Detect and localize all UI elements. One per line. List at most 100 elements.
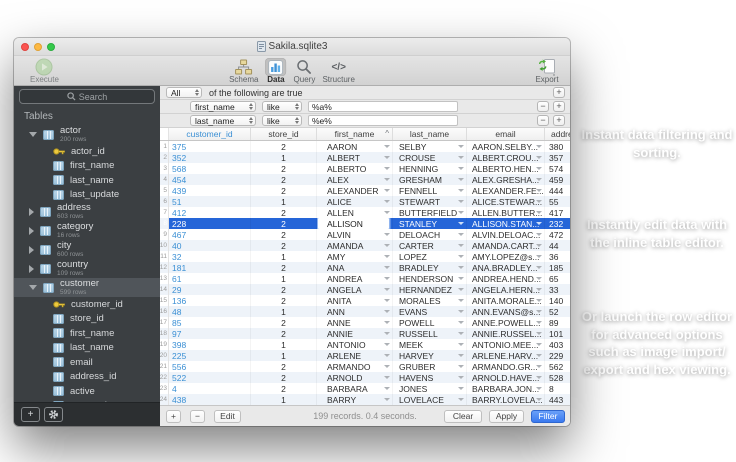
cell-first-name[interactable]: ALEXANDER — [317, 185, 393, 196]
cell-email[interactable]: ANN.EVANS@s... — [467, 306, 545, 317]
cell-dropdown-icon[interactable] — [384, 387, 390, 390]
clear-button[interactable]: Clear — [444, 410, 482, 423]
sidebar-column-store_id[interactable]: store_id — [14, 312, 160, 327]
cell-dropdown-icon[interactable] — [458, 398, 464, 401]
cell-dropdown-icon[interactable] — [536, 321, 542, 324]
table-row[interactable]: 10402AMANDACARTERAMANDA.CART...44 — [160, 240, 570, 251]
cell-address-id[interactable]: 33 — [545, 284, 570, 295]
cell-address-id[interactable]: 140 — [545, 295, 570, 306]
cell-customer-id[interactable]: 48 — [169, 306, 251, 317]
cell-customer-id[interactable]: 556 — [169, 361, 251, 372]
cell-store-id[interactable]: 1 — [251, 273, 317, 284]
cell-last-name[interactable]: GRUBER — [393, 361, 467, 372]
cell-dropdown-icon[interactable] — [536, 288, 542, 291]
cell-first-name[interactable]: ALLISON — [317, 218, 393, 229]
cell-dropdown-icon[interactable] — [536, 200, 542, 203]
cell-dropdown-icon[interactable] — [536, 233, 542, 236]
tab-structure[interactable]: </> Structure — [322, 58, 354, 84]
cell-dropdown-icon[interactable] — [458, 222, 464, 225]
cell-dropdown-icon[interactable] — [458, 332, 464, 335]
cell-dropdown-icon[interactable] — [536, 222, 542, 225]
cell-address-id[interactable]: 89 — [545, 317, 570, 328]
cell-dropdown-icon[interactable] — [458, 266, 464, 269]
cell-first-name[interactable]: ANN — [317, 306, 393, 317]
cell-first-name[interactable]: BARRY — [317, 394, 393, 405]
cell-last-name[interactable]: CROUSE — [393, 152, 467, 163]
cell-dropdown-icon[interactable] — [536, 266, 542, 269]
cell-email[interactable]: ALBERTO.HEN... — [467, 163, 545, 174]
table-row[interactable]: 14292ANGELAHERNANDEZANGELA.HERN...33 — [160, 284, 570, 295]
cell-email[interactable]: ANITA.MORALE... — [467, 295, 545, 306]
cell-store-id[interactable]: 2 — [251, 240, 317, 251]
cell-dropdown-icon[interactable] — [384, 255, 390, 258]
cell-customer-id[interactable]: 522 — [169, 372, 251, 383]
cell-first-name[interactable]: ANA — [317, 262, 393, 273]
table-row[interactable]: 13752AARONSELBYAARON.SELBY...380 — [160, 141, 570, 152]
tab-query[interactable]: Query — [293, 58, 315, 84]
sidebar-column-first_name[interactable]: first_name — [14, 326, 160, 341]
match-select[interactable]: All — [166, 87, 202, 98]
table-row[interactable]: 215562ARMANDOGRUBERARMANDO.GR...562 — [160, 361, 570, 372]
cell-dropdown-icon[interactable] — [536, 299, 542, 302]
cell-first-name[interactable]: ALEX — [317, 174, 393, 185]
remove-row-button[interactable]: − — [190, 410, 205, 423]
cell-dropdown-icon[interactable] — [458, 365, 464, 368]
cell-last-name[interactable]: JONES — [393, 383, 467, 394]
cell-store-id[interactable]: 2 — [251, 207, 317, 218]
table-row[interactable]: 244381BARRYLOVELACEBARRY.LOVELA...443 — [160, 394, 570, 405]
cell-last-name[interactable]: BUTTERFIELD — [393, 207, 467, 218]
add-rule-button[interactable]: + — [553, 87, 565, 98]
table-row[interactable]: 18972ANNIERUSSELLANNIE.RUSSEL...101 — [160, 328, 570, 339]
field-select[interactable]: first_name — [190, 101, 256, 112]
cell-dropdown-icon[interactable] — [384, 233, 390, 236]
add-row-button[interactable]: + — [166, 410, 181, 423]
cell-email[interactable]: BARRY.LOVELA... — [467, 394, 545, 405]
cell-dropdown-icon[interactable] — [536, 277, 542, 280]
sidebar-item-country[interactable]: country109 rows — [14, 259, 160, 278]
table-row[interactable]: 54392ALEXANDERFENNELLALEXANDER.FE...444 — [160, 185, 570, 196]
table-row[interactable]: 17852ANNEPOWELLANNE.POWELL...89 — [160, 317, 570, 328]
cell-email[interactable]: ANNE.POWELL... — [467, 317, 545, 328]
cell-dropdown-icon[interactable] — [384, 145, 390, 148]
cell-dropdown-icon[interactable] — [536, 211, 542, 214]
cell-email[interactable]: ALVIN.DELOAC... — [467, 229, 545, 240]
cell-dropdown-icon[interactable] — [384, 310, 390, 313]
cell-address-id[interactable]: 380 — [545, 141, 570, 152]
cell-dropdown-icon[interactable] — [384, 332, 390, 335]
export-button[interactable]: Export — [534, 58, 560, 84]
cell-store-id[interactable]: 2 — [251, 185, 317, 196]
cell-store-id[interactable]: 2 — [251, 229, 317, 240]
table-row[interactable]: 74122ALLENBUTTERFIELDALLEN.BUTTER...417 — [160, 207, 570, 218]
cell-dropdown-icon[interactable] — [458, 299, 464, 302]
cell-address-id[interactable]: 52 — [545, 306, 570, 317]
cell-dropdown-icon[interactable] — [458, 277, 464, 280]
cell-last-name[interactable]: GRESHAM — [393, 174, 467, 185]
cell-last-name[interactable]: BRADLEY — [393, 262, 467, 273]
cell-email[interactable]: AMANDA.CART... — [467, 240, 545, 251]
cell-email[interactable]: ARMANDO.GR... — [467, 361, 545, 372]
cell-dropdown-icon[interactable] — [384, 211, 390, 214]
table-row[interactable]: 193981ANTONIOMEEKANTONIO.MEE...403 — [160, 339, 570, 350]
cell-store-id[interactable]: 1 — [251, 306, 317, 317]
sidebar-item-city[interactable]: city600 rows — [14, 240, 160, 259]
cell-dropdown-icon[interactable] — [536, 376, 542, 379]
cell-email[interactable]: ANGELA.HERN... — [467, 284, 545, 295]
cell-store-id[interactable]: 1 — [251, 152, 317, 163]
inline-edit-input[interactable]: ALLISON — [318, 218, 389, 229]
cell-address-id[interactable]: 403 — [545, 339, 570, 350]
cell-address-id[interactable]: 185 — [545, 262, 570, 273]
cell-customer-id[interactable]: 454 — [169, 174, 251, 185]
operator-select[interactable]: like — [262, 115, 302, 126]
cell-first-name[interactable]: ANTONIO — [317, 339, 393, 350]
edit-row-button[interactable]: Edit — [214, 410, 241, 423]
table-row[interactable]: 35682ALBERTOHENNINGALBERTO.HEN...574 — [160, 163, 570, 174]
title-bar[interactable]: Sakila.sqlite3 — [14, 38, 570, 56]
cell-dropdown-icon[interactable] — [458, 310, 464, 313]
cell-first-name[interactable]: BARBARA — [317, 383, 393, 394]
table-row[interactable]: 151362ANITAMORALESANITA.MORALE...140 — [160, 295, 570, 306]
cell-dropdown-icon[interactable] — [536, 387, 542, 390]
cell-address-id[interactable]: 459 — [545, 174, 570, 185]
cell-customer-id[interactable]: 568 — [169, 163, 251, 174]
cell-store-id[interactable]: 2 — [251, 372, 317, 383]
search-input[interactable]: Search — [19, 89, 155, 104]
